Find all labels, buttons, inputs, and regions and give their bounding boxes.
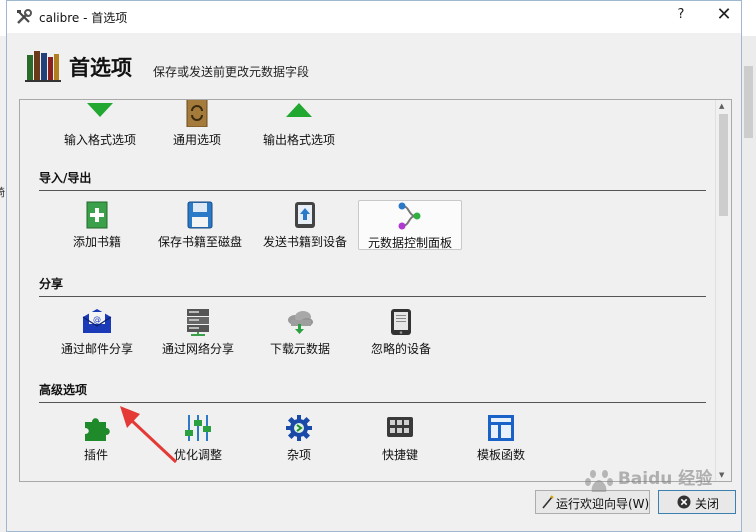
panel-scrollbar[interactable]: ▲ ▼ (715, 100, 731, 481)
add-book-icon (45, 201, 149, 231)
pref-ignored-devices[interactable]: 忽略的设备 (349, 307, 453, 357)
pref-download-metadata[interactable]: 下载元数据 (248, 307, 352, 357)
help-button[interactable]: ? (671, 7, 691, 22)
title-bar: calibre - 首选项 ? ✕ (7, 1, 741, 33)
pref-label: 输出格式选项 (262, 133, 335, 147)
pref-label: 杂项 (286, 448, 311, 462)
pref-add-books[interactable]: 添加书籍 (45, 200, 149, 250)
pref-label: 下载元数据 (269, 342, 330, 356)
template-icon (449, 414, 553, 444)
pref-common-options[interactable]: 通用选项 (145, 100, 249, 148)
cloud-download-icon (248, 308, 352, 338)
section-title-advanced: 高级选项 (39, 383, 88, 397)
send-to-device-icon (253, 201, 357, 231)
background-window-right (741, 36, 756, 532)
pref-save-to-disk[interactable]: 保存书籍至磁盘 (148, 200, 252, 250)
section-title-share: 分享 (39, 277, 64, 291)
book-refresh-icon (145, 100, 249, 129)
pref-input-options[interactable]: 输入格式选项 (48, 100, 152, 148)
background-text: 碕 (0, 184, 5, 200)
section-title-import-export: 导入/导出 (39, 171, 92, 185)
pref-label: 发送书籍到设备 (262, 235, 347, 249)
baidu-watermark: Baidu 经验 (584, 464, 712, 496)
background-scrollbar-thumb (744, 66, 753, 138)
section-divider (39, 190, 706, 191)
close-circle-icon (677, 495, 691, 512)
pref-label: 忽略的设备 (370, 342, 431, 356)
metadata-plugboard-icon (359, 202, 461, 232)
run-wizard-label: 运行欢迎向导(W) (556, 497, 650, 511)
close-label: 关闭 (695, 497, 720, 511)
paw-logo-icon (585, 469, 613, 492)
pref-label: 元数据控制面板 (367, 236, 452, 250)
pref-share-over-network[interactable]: 通过网络分享 (146, 307, 250, 357)
pref-label: 通用选项 (172, 133, 221, 147)
pref-miscellaneous[interactable]: 杂项 (247, 413, 351, 463)
pref-shortcuts[interactable]: 快捷键 (348, 413, 452, 463)
wand-icon (542, 495, 554, 512)
page-title: 首选项 (69, 56, 132, 80)
pref-label: 通过邮件分享 (60, 342, 133, 356)
pref-label: 快捷键 (381, 448, 418, 462)
pref-label: 输入格式选项 (63, 133, 136, 147)
pref-label: 添加书籍 (72, 235, 121, 249)
watermark-text: Baidu 经验 (617, 469, 713, 489)
arrow-down-green-icon (48, 100, 152, 129)
scrollbar-thumb[interactable] (719, 114, 728, 216)
gear-icon (247, 414, 351, 444)
arrow-up-green-icon (247, 100, 351, 129)
pref-metadata-plugboard[interactable]: 元数据控制面板 (358, 200, 462, 250)
pref-label: 通过网络分享 (161, 342, 234, 356)
pref-template-functions[interactable]: 模板函数 (449, 413, 553, 463)
pref-share-by-email[interactable]: @ 通过邮件分享 (45, 307, 149, 357)
pref-output-options[interactable]: 输出格式选项 (247, 100, 351, 148)
window-title: calibre - 首选项 (39, 11, 128, 25)
page-subtitle: 保存或发送前更改元数据字段 (153, 65, 310, 79)
tablet-device-icon (349, 308, 453, 338)
window-close-button[interactable]: ✕ (713, 4, 735, 25)
svg-text:@: @ (93, 315, 101, 324)
pref-label: 模板函数 (476, 448, 525, 462)
section-divider (39, 296, 706, 297)
server-icon (146, 308, 250, 338)
books-icon (25, 49, 61, 86)
scroll-down-icon[interactable]: ▼ (719, 471, 724, 479)
pref-send-to-device[interactable]: 发送书籍到设备 (253, 200, 357, 250)
scroll-up-icon[interactable]: ▲ (719, 102, 724, 110)
calibre-tools-icon (15, 8, 33, 29)
pref-label: 保存书籍至磁盘 (157, 235, 242, 249)
annotation-arrow (120, 406, 178, 464)
keyboard-icon (348, 414, 452, 444)
mail-icon: @ (45, 308, 149, 338)
floppy-disk-icon (148, 201, 252, 231)
